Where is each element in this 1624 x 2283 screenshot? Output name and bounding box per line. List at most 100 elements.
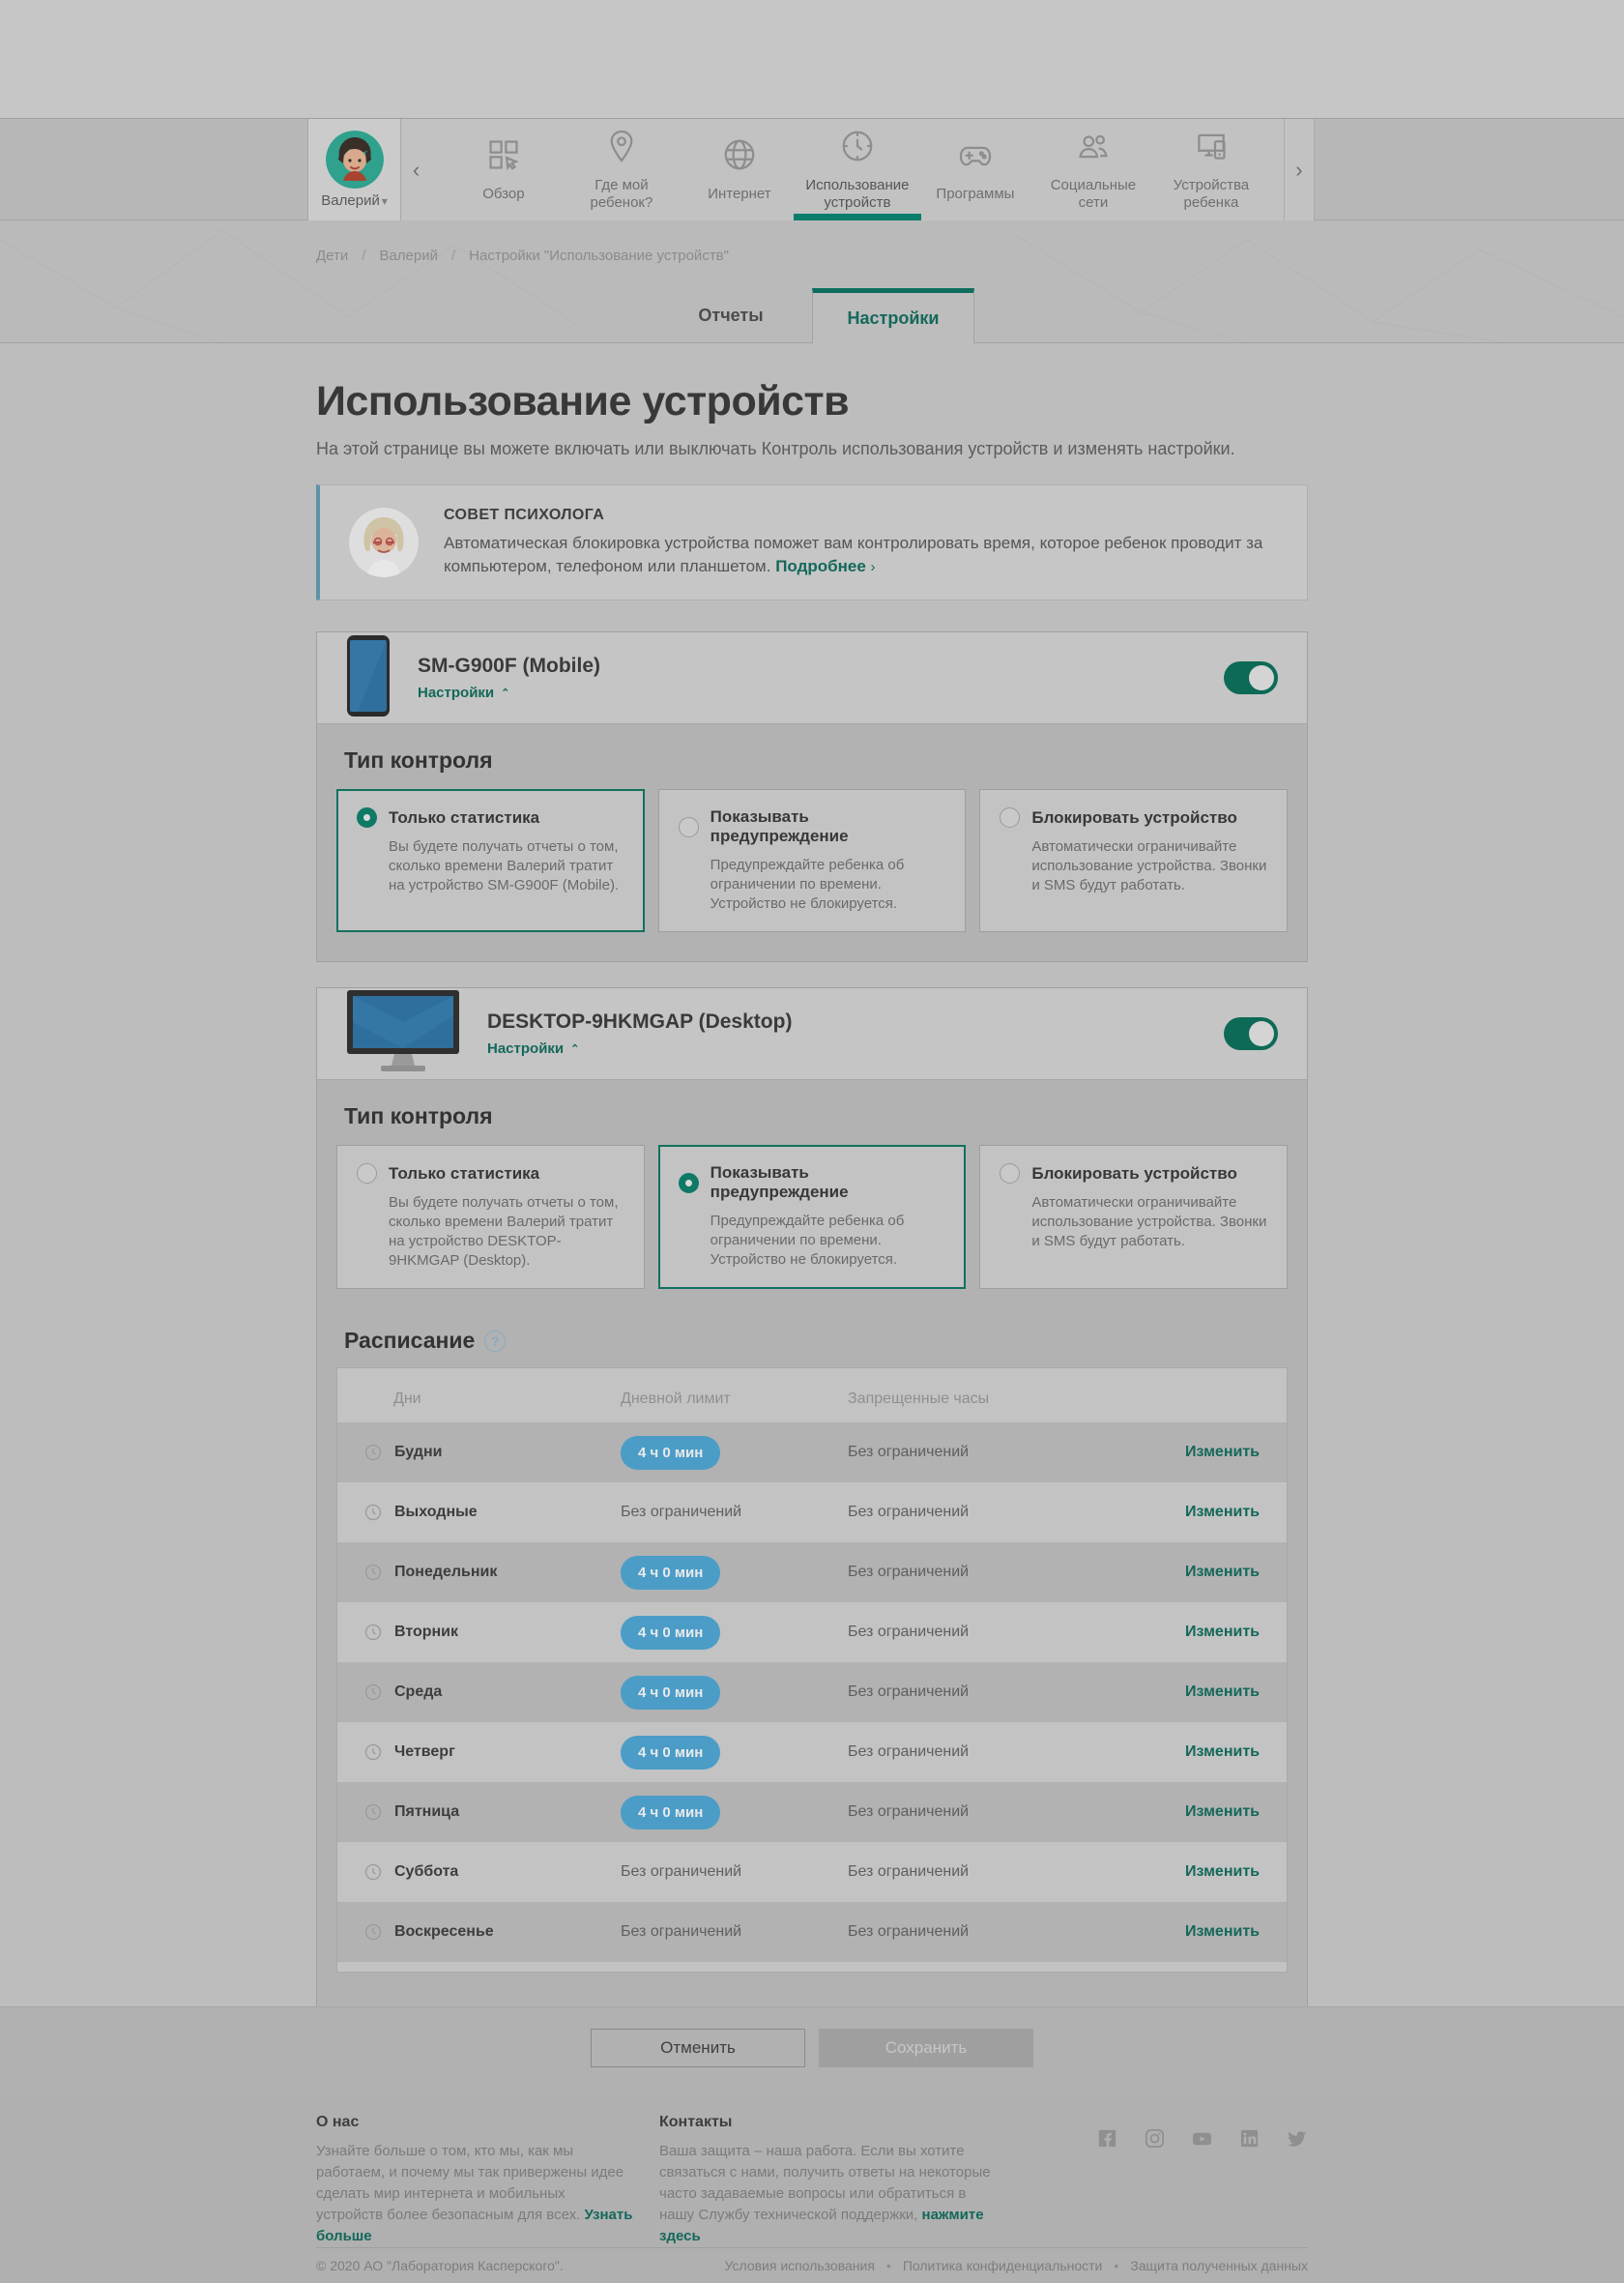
advice-more-link[interactable]: Подробнее [775, 557, 866, 575]
chevron-up-icon: ⌃ [501, 688, 510, 699]
option-title: Только статистика [389, 807, 540, 827]
radio-icon [678, 816, 699, 837]
device-settings-label: Настройки [487, 1040, 565, 1057]
option-statistics-only[interactable]: Только статистика Вы будете получать отч… [336, 789, 645, 932]
radio-selected-icon [357, 807, 377, 828]
device-name: SM-G900F (Mobile) [418, 655, 601, 677]
day-label: Среда [394, 1683, 443, 1700]
twitter-icon[interactable] [1286, 2127, 1308, 2150]
data-protection-link[interactable]: Защита полученных данных [1130, 2258, 1308, 2273]
save-button[interactable]: Сохранить [819, 2029, 1033, 2067]
edit-link[interactable]: Изменить [1185, 1863, 1260, 1880]
device-settings-link[interactable]: Настройки ⌃ [418, 685, 600, 701]
cancel-button[interactable]: Отменить [591, 2029, 805, 2067]
edit-link[interactable]: Изменить [1185, 1683, 1260, 1700]
clock-icon [364, 1803, 382, 1821]
privacy-link[interactable]: Политика конфиденциальности [903, 2258, 1103, 2273]
option-description: Предупреждайте ребенка об ограничении по… [710, 857, 905, 912]
breadcrumb-children[interactable]: Дети [316, 248, 348, 264]
device-enabled-toggle[interactable] [1224, 1017, 1278, 1050]
control-type-title: Тип контроля [344, 747, 493, 773]
chevron-down-icon: ▾ [381, 193, 388, 208]
option-show-warning[interactable]: Показывать предупреждение Предупреждайте… [657, 789, 967, 932]
instagram-icon[interactable] [1144, 2127, 1166, 2150]
day-label: Вторник [394, 1624, 459, 1640]
copyright: © 2020 АО "Лаборатория Касперского". [316, 2258, 564, 2273]
edit-link[interactable]: Изменить [1185, 1803, 1260, 1820]
blocked-hours-value: Без ограничений [848, 1504, 970, 1520]
schedule-row-weekends: Выходные Без ограничений Без ограничений… [337, 1482, 1287, 1542]
daily-limit-pill[interactable]: 4 ч 0 мин [621, 1555, 721, 1590]
clock-icon [364, 1564, 382, 1581]
device-settings-link[interactable]: Настройки ⌃ [487, 1040, 792, 1057]
nav-scroll-right[interactable]: › [1283, 119, 1314, 220]
nav-item-where-is-child[interactable]: Где мой ребенок? [563, 119, 681, 220]
daily-limit-pill[interactable]: 4 ч 0 мин [621, 1675, 721, 1710]
dot-separator: • [885, 2258, 891, 2273]
edit-link[interactable]: Изменить [1185, 1624, 1260, 1640]
option-show-warning[interactable]: Показывать предупреждение Предупреждайте… [657, 1145, 967, 1289]
schedule-table: Дни Дневной лимит Запрещенные часы Будни… [336, 1367, 1288, 1973]
chevron-right-icon: › [870, 558, 876, 575]
tab-reports[interactable]: Отчеты [650, 288, 812, 343]
nav-item-child-devices[interactable]: Устройства ребенка [1152, 119, 1270, 220]
clock-icon [364, 1624, 382, 1641]
nav-item-internet[interactable]: Интернет [681, 119, 798, 220]
device-settings-panel: Тип контроля Только статистика Вы будете… [317, 723, 1307, 961]
daily-limit-pill[interactable]: 4 ч 0 мин [621, 1735, 721, 1770]
nav-item-applications[interactable]: Программы [916, 119, 1034, 220]
option-description: Предупреждайте ребенка об ограничении по… [710, 1213, 905, 1268]
facebook-icon[interactable] [1096, 2127, 1118, 2150]
clock-icon [364, 1863, 382, 1881]
option-description: Автоматически ограничивайте использовани… [1031, 838, 1267, 893]
edit-link[interactable]: Изменить [1185, 1743, 1260, 1760]
youtube-icon[interactable] [1191, 2127, 1213, 2150]
footer-contacts: Контакты Ваша защита – наша работа. Если… [659, 2114, 993, 2247]
edit-link[interactable]: Изменить [1185, 1504, 1260, 1520]
clock-icon [364, 1683, 382, 1701]
toggle-knob [1249, 665, 1274, 690]
daily-limit-pill[interactable]: 4 ч 0 мин [621, 1615, 721, 1650]
day-label: Четверг [394, 1743, 455, 1760]
nav-item-overview[interactable]: Обзор [445, 119, 563, 220]
daily-limit-pill[interactable]: 4 ч 0 мин [621, 1795, 721, 1829]
device-settings-label: Настройки [418, 685, 495, 701]
option-block-device[interactable]: Блокировать устройство Автоматически огр… [979, 789, 1289, 932]
schedule-row-sunday: Воскресенье Без ограничений Без ограниче… [337, 1902, 1287, 1962]
help-icon[interactable]: ? [484, 1330, 507, 1352]
schedule-title: Расписание [344, 1328, 476, 1353]
footer-contacts-heading: Контакты [659, 2114, 733, 2130]
nav-label: Устройства ребенка [1173, 177, 1250, 211]
terms-link[interactable]: Условия использования [725, 2258, 875, 2273]
daily-limit-value: Без ограничений [621, 1863, 742, 1880]
nav-item-device-usage[interactable]: Использование устройств [798, 119, 916, 220]
edit-link[interactable]: Изменить [1185, 1564, 1260, 1580]
breadcrumb: Дети / Валерий / Настройки "Использовани… [316, 248, 729, 264]
edit-link[interactable]: Изменить [1185, 1444, 1260, 1460]
device-enabled-toggle[interactable] [1224, 661, 1278, 694]
nav-item-social-networks[interactable]: Социальные сети [1034, 119, 1152, 220]
page-title: Использование устройств [316, 378, 850, 424]
device-name: DESKTOP-9HKMGAP (Desktop) [487, 1010, 793, 1033]
option-statistics-only[interactable]: Только статистика Вы будете получать отч… [336, 1145, 645, 1289]
psychologist-photo [349, 508, 419, 577]
blocked-hours-value: Без ограничений [848, 1683, 970, 1700]
nav-scroll-left[interactable]: ‹ [401, 119, 431, 220]
daily-limit-pill[interactable]: 4 ч 0 мин [621, 1435, 721, 1470]
blocked-hours-value: Без ограничений [848, 1564, 970, 1580]
clock-icon [364, 1504, 382, 1521]
footer-about-text: Узнайте больше о том, кто мы, как мы раб… [316, 2143, 624, 2223]
nav-label: Использование устройств [805, 177, 910, 211]
tab-settings[interactable]: Настройки [812, 288, 974, 343]
day-label: Воскресенье [394, 1923, 494, 1940]
clock-icon [364, 1444, 382, 1461]
child-selector[interactable]: Валерий ▾ [308, 119, 402, 220]
edit-link[interactable]: Изменить [1185, 1923, 1260, 1940]
linkedin-icon[interactable] [1238, 2127, 1261, 2150]
blocked-hours-value: Без ограничений [848, 1624, 970, 1640]
device-settings-panel: Тип контроля Только статистика Вы будете… [317, 1079, 1307, 2006]
daily-limit-value: Без ограничений [621, 1504, 742, 1520]
breadcrumb-child[interactable]: Валерий [379, 248, 438, 264]
nav-widget: Валерий ▾ ‹ Обзор Где мой ребенок? Интер… [307, 119, 1315, 220]
option-block-device[interactable]: Блокировать устройство Автоматически огр… [979, 1145, 1289, 1289]
